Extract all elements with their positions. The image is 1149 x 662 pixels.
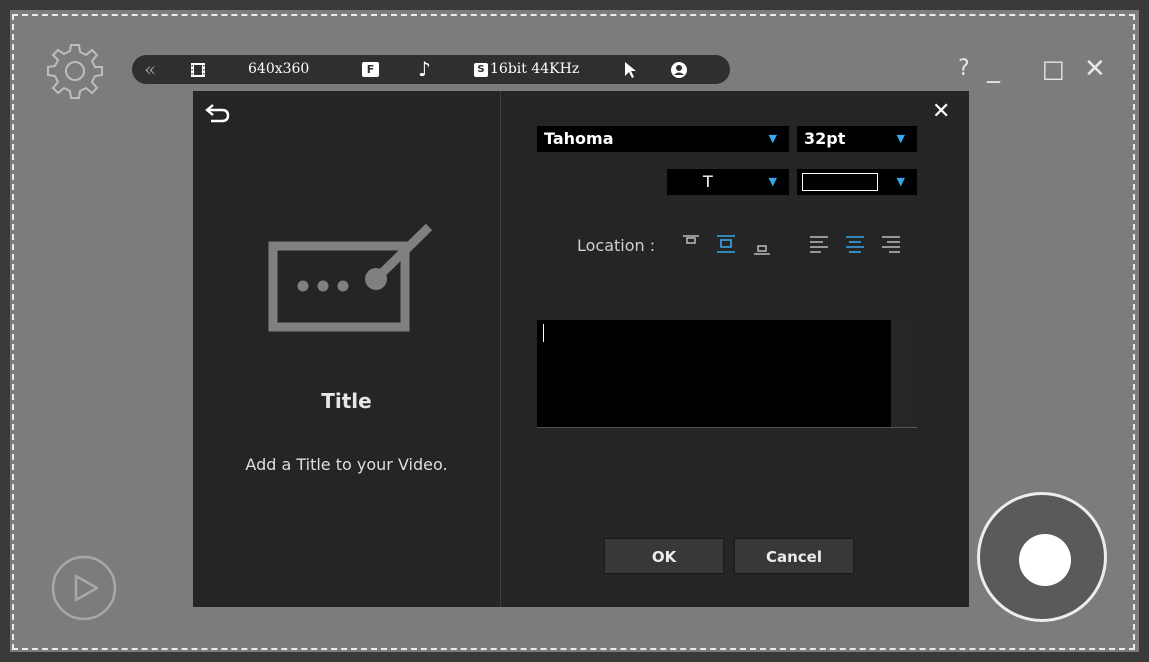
dialog-description: Add a Title to your Video. [245,455,448,474]
align-right-icon[interactable] [881,234,901,254]
chevron-down-icon: ▼ [768,132,777,145]
record-button[interactable] [977,492,1107,622]
close-dialog-button[interactable]: ✕ [932,99,950,124]
text-color-dropdown[interactable]: ▼ [797,169,917,195]
pointer-icon[interactable] [624,55,638,84]
text-cursor [543,324,544,342]
film-icon[interactable] [190,55,206,84]
close-window-button[interactable]: ✕ [1084,52,1106,86]
title-dialog: Title Add a Title to your Video. ✕ Tahom… [193,91,969,607]
font-dropdown[interactable]: Tahoma ▼ [537,126,789,152]
frame-rate-icon[interactable]: F [362,55,379,84]
font-value: Tahoma [544,129,614,148]
text-style-value: T [703,172,713,191]
font-size-dropdown[interactable]: 32pt ▼ [797,126,917,152]
audio-quality-label[interactable]: 16bit 44KHz [490,55,579,84]
chevron-down-icon: ▼ [896,175,905,188]
minimize-button[interactable]: _ [987,52,1000,86]
maximize-button[interactable]: □ [1042,52,1065,86]
align-center-icon[interactable] [845,234,865,254]
sound-badge-icon[interactable]: S [474,55,488,84]
recording-toolbar: « 640x360 F ♪ S 16bit 44KHz [132,55,730,84]
ok-button[interactable]: OK [604,538,724,574]
text-scrollbar[interactable] [891,320,917,427]
location-label: Location : [577,236,656,255]
settings-gear-icon[interactable] [46,42,104,100]
record-dot-icon [1019,534,1071,586]
title-text-input[interactable] [537,320,917,428]
location-bottom-icon[interactable] [753,238,771,256]
panel-divider [500,91,501,607]
music-note-icon[interactable]: ♪ [418,55,431,84]
location-middle-icon[interactable] [716,234,736,256]
help-button[interactable]: ? [958,52,970,86]
color-swatch [802,173,878,191]
webcam-icon[interactable] [670,55,688,84]
align-left-icon[interactable] [809,234,829,254]
location-top-icon[interactable] [682,234,700,252]
font-size-value: 32pt [804,129,846,148]
text-style-dropdown[interactable]: T ▼ [667,169,789,195]
play-icon[interactable] [51,555,117,621]
resolution-label[interactable]: 640x360 [248,55,309,84]
dialog-title: Title [321,389,372,413]
title-feature-icon [268,223,433,332]
collapse-toolbar-icon[interactable]: « [144,55,156,84]
back-arrow-icon[interactable] [205,103,231,123]
chevron-down-icon: ▼ [768,175,777,188]
chevron-down-icon: ▼ [896,132,905,145]
cancel-button[interactable]: Cancel [734,538,854,574]
